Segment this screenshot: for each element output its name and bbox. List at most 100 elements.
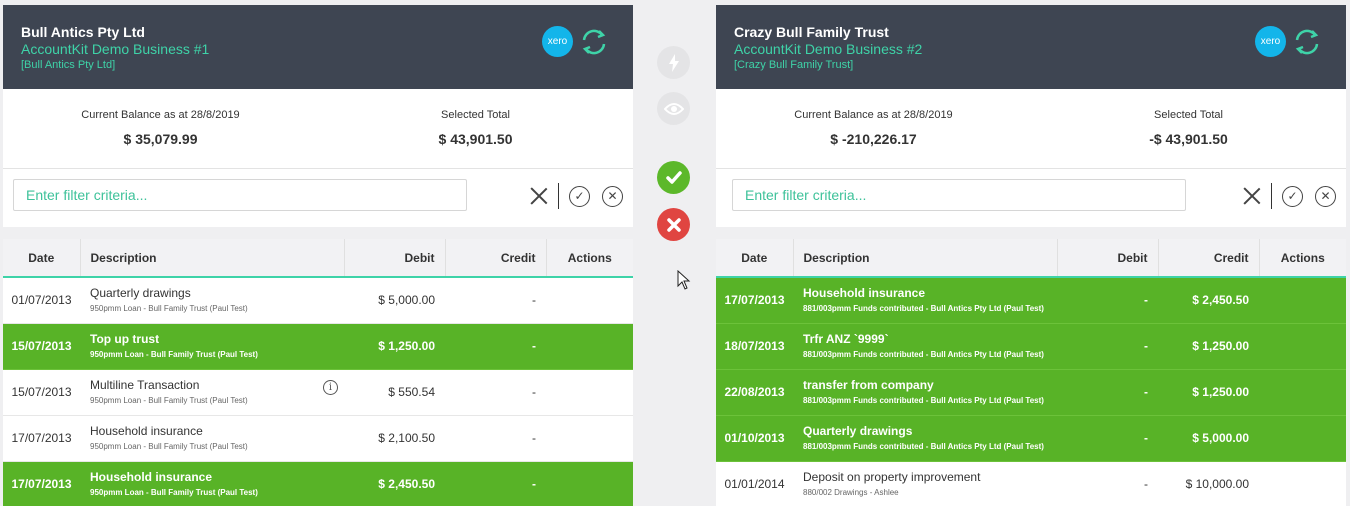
- left-ledger-panel: Bull Antics Pty Ltd AccountKit Demo Busi…: [3, 5, 633, 506]
- table-row[interactable]: 15/07/2013 Multiline Transaction i 950pmm …: [3, 369, 633, 416]
- row-actions: [1259, 461, 1346, 506]
- column-header-date[interactable]: Date: [716, 239, 794, 277]
- row-debit: -: [1057, 461, 1158, 506]
- table-row-selected[interactable]: 15/07/2013 Top up trust 950pmm Loan - Bul…: [3, 323, 633, 370]
- column-header-credit[interactable]: Credit: [445, 239, 547, 277]
- row-date: 18/07/2013: [716, 323, 793, 370]
- table-row-selected[interactable]: 01/10/2013 Quarterly drawings 881/003pmm …: [716, 415, 1346, 462]
- row-description-title: Top up trust: [90, 332, 160, 346]
- select-all-check-icon[interactable]: ✓: [569, 185, 590, 207]
- table-header-row: Date Description Debit Credit Actions: [3, 239, 633, 277]
- table-row-selected[interactable]: 22/08/2013 transfer from company 881/003p…: [716, 369, 1346, 416]
- reject-match-button[interactable]: [657, 208, 690, 241]
- row-description: Multiline Transaction i 950pmm Loan - Bull…: [80, 369, 344, 416]
- row-actions: [1259, 415, 1346, 462]
- column-header-debit[interactable]: Debit: [1057, 239, 1159, 277]
- column-header-debit[interactable]: Debit: [344, 239, 446, 277]
- row-date: 17/07/2013: [716, 277, 793, 324]
- left-selected-total-label: Selected Total: [441, 109, 510, 121]
- check-icon: [665, 170, 682, 184]
- row-credit: -: [445, 277, 546, 324]
- mouse-cursor-icon: [677, 270, 691, 290]
- table-row[interactable]: 01/07/2013 Quarterly drawings 950pmm Loan…: [3, 277, 633, 324]
- sync-icon[interactable]: [578, 26, 610, 58]
- row-description-title: Quarterly drawings: [803, 424, 913, 438]
- divider: [558, 183, 559, 209]
- row-date: 17/07/2013: [3, 461, 80, 506]
- row-description: transfer from company 881/003pmm Funds co…: [793, 369, 1057, 416]
- left-filter-input[interactable]: [13, 179, 467, 211]
- column-header-credit[interactable]: Credit: [1158, 239, 1260, 277]
- row-description-account: 950pmm Loan - Bull Family Trust (Paul Te…: [90, 396, 248, 405]
- row-date: 01/10/2013: [716, 415, 793, 462]
- preview-button[interactable]: [657, 92, 690, 125]
- right-entity-name: [Crazy Bull Family Trust]: [734, 59, 854, 71]
- row-debit: -: [1057, 415, 1158, 462]
- sync-icon[interactable]: [1291, 26, 1323, 58]
- column-header-description[interactable]: Description: [793, 239, 1058, 277]
- row-debit: $ 2,450.50: [344, 461, 445, 506]
- clear-filter-icon[interactable]: [528, 185, 550, 207]
- row-actions: [546, 323, 633, 370]
- row-description-account: 950pmm Loan - Bull Family Trust (Paul Te…: [90, 442, 248, 451]
- row-credit: -: [445, 369, 546, 416]
- column-header-actions: Actions: [567, 250, 612, 265]
- left-balance-summary: Current Balance as at 28/8/2019 $ 35,079…: [3, 89, 633, 169]
- table-row[interactable]: 01/01/2014 Deposit on property improveme…: [716, 461, 1346, 506]
- row-description-account: 950pmm Loan - Bull Family Trust (Paul Te…: [90, 304, 248, 314]
- row-description: Household insurance 881/003pmm Funds cont…: [793, 277, 1057, 324]
- row-actions: [546, 369, 633, 416]
- row-actions: [546, 415, 633, 462]
- right-org-name: Crazy Bull Family Trust: [734, 24, 889, 40]
- right-transactions-table: Date Description Debit Credit Actions 17…: [716, 239, 1346, 506]
- row-description-account: 881/003pmm Funds contributed - Bull Anti…: [803, 396, 1044, 405]
- left-filter-bar: ✓ ✕: [3, 169, 633, 227]
- right-balance-summary: Current Balance as at 28/8/2019 $ -210,2…: [716, 89, 1346, 169]
- row-debit: -: [1057, 323, 1158, 370]
- right-business-name: AccountKit Demo Business #2: [734, 41, 923, 57]
- info-icon[interactable]: i: [323, 380, 338, 395]
- row-description-account: 880/002 Drawings - Ashlee: [803, 488, 899, 497]
- row-description-title: Multiline Transaction: [90, 378, 200, 392]
- right-panel-header: Crazy Bull Family Trust AccountKit Demo …: [716, 5, 1346, 89]
- table-row-selected[interactable]: 18/07/2013 Trfr ANZ `9999` 881/003pmm Fun…: [716, 323, 1346, 370]
- table-row-selected[interactable]: 17/07/2013 Household insurance 881/003pmm…: [716, 277, 1346, 324]
- column-header-description[interactable]: Description: [80, 239, 345, 277]
- row-debit: $ 5,000.00: [344, 277, 445, 324]
- column-header-date[interactable]: Date: [3, 239, 81, 277]
- auto-match-button[interactable]: [657, 46, 690, 79]
- right-filter-bar: ✓ ✕: [716, 169, 1346, 227]
- row-description: Household insurance 950pmm Loan - Bull Fa…: [80, 415, 344, 462]
- deselect-all-icon[interactable]: ✕: [1315, 185, 1336, 207]
- row-debit: $ 1,250.00: [344, 323, 445, 370]
- left-entity-name: [Bull Antics Pty Ltd]: [21, 59, 116, 71]
- row-description-account: 881/003pmm Funds contributed - Bull Anti…: [803, 442, 1044, 451]
- select-all-check-icon[interactable]: ✓: [1282, 185, 1303, 207]
- row-debit: -: [1057, 277, 1158, 324]
- table-row-selected[interactable]: 17/07/2013 Household insurance 950pmm Loa…: [3, 461, 633, 506]
- left-transactions-table: Date Description Debit Credit Actions 01…: [3, 239, 633, 506]
- row-credit: $ 1,250.00: [1158, 369, 1259, 416]
- row-credit: -: [445, 323, 546, 370]
- right-current-balance-label: Current Balance as at 28/8/2019: [794, 109, 953, 121]
- row-credit: -: [445, 461, 546, 506]
- row-actions: [546, 277, 633, 324]
- xero-logo-icon: xero: [542, 26, 573, 57]
- table-row[interactable]: 17/07/2013 Household insurance 950pmm Loa…: [3, 415, 633, 462]
- row-credit: $ 1,250.00: [1158, 323, 1259, 370]
- row-actions: [1259, 277, 1346, 324]
- row-debit: $ 550.54: [344, 369, 445, 416]
- row-description: Trfr ANZ `9999` 881/003pmm Funds contribu…: [793, 323, 1057, 370]
- right-filter-input[interactable]: [732, 179, 1186, 211]
- confirm-match-button[interactable]: [657, 161, 690, 194]
- row-description-account: 881/003pmm Funds contributed - Bull Anti…: [803, 350, 1044, 359]
- row-description-account: 950pmm Loan - Bull Family Trust (Paul Te…: [90, 488, 258, 497]
- row-actions: [546, 461, 633, 506]
- divider: [1271, 183, 1272, 209]
- left-selected-total-value: $ 43,901.50: [438, 131, 513, 147]
- xero-logo-icon: xero: [1255, 26, 1286, 57]
- left-panel-header: Bull Antics Pty Ltd AccountKit Demo Busi…: [3, 5, 633, 89]
- clear-filter-icon[interactable]: [1241, 185, 1263, 207]
- row-description: Deposit on property improvement 880/002 D…: [793, 461, 1057, 506]
- deselect-all-icon[interactable]: ✕: [602, 185, 623, 207]
